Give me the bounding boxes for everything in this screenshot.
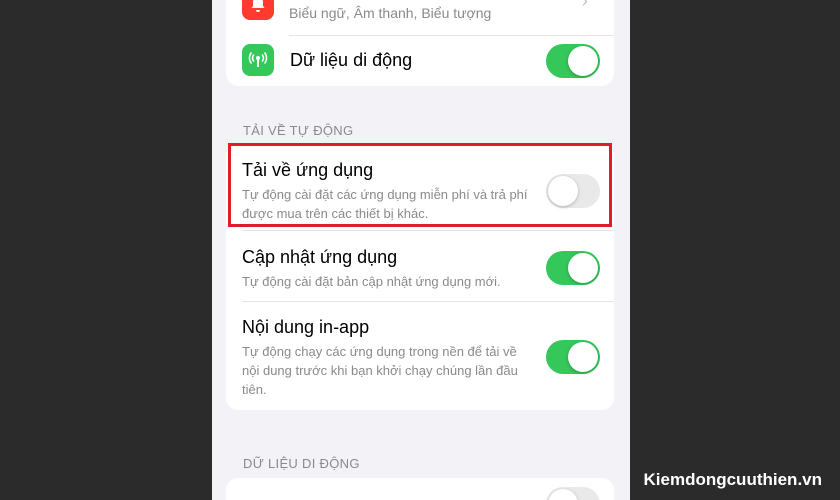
notifications-row[interactable]: Biểu ngữ, Âm thanh, Biểu tượng › [226,0,614,26]
bell-icon [242,0,274,20]
toggle-knob [568,46,598,76]
antenna-icon [242,44,274,76]
chevron-right-icon: › [581,0,588,12]
auto-download-header: TẢI VỀ TỰ ĐỘNG [243,123,354,138]
cellular-download-toggle[interactable] [546,487,600,500]
toggle-knob [548,489,578,500]
notifications-cellular-card: Biểu ngữ, Âm thanh, Biểu tượng › Dữ liệu… [226,0,614,86]
settings-screen: Biểu ngữ, Âm thanh, Biểu tượng › Dữ liệu… [212,0,630,500]
watermark: Kiemdongcuuthien.vn [643,470,823,489]
cellular-data-row[interactable]: Dữ liệu di động [226,36,614,86]
row-title: Cập nhật ứng dụng [242,247,398,267]
cellular-data-card [226,478,614,500]
app-updates-toggle[interactable] [546,251,600,285]
app-updates-row[interactable]: Cập nhật ứng dụng Tự động cài đặt bản cậ… [226,231,614,301]
row-description: Tự động chạy các ứng dụng trong nền để t… [242,344,518,397]
toggle-knob [568,342,598,372]
toggle-knob [568,253,598,283]
cellular-data-header: DỮ LIỆU DI ĐỘNG [243,456,360,471]
highlight-box [228,143,612,227]
row-description: Tự động cài đặt bản cập nhật ứng dụng mớ… [242,274,501,289]
in-app-content-toggle[interactable] [546,340,600,374]
row-title: Nội dung in-app [242,317,370,337]
in-app-content-row[interactable]: Nội dung in-app Tự động chạy các ứng dụn… [226,302,614,410]
notifications-subtitle: Biểu ngữ, Âm thanh, Biểu tượng [289,5,492,21]
cellular-data-toggle[interactable] [546,44,600,78]
cellular-data-label: Dữ liệu di động [290,50,413,70]
